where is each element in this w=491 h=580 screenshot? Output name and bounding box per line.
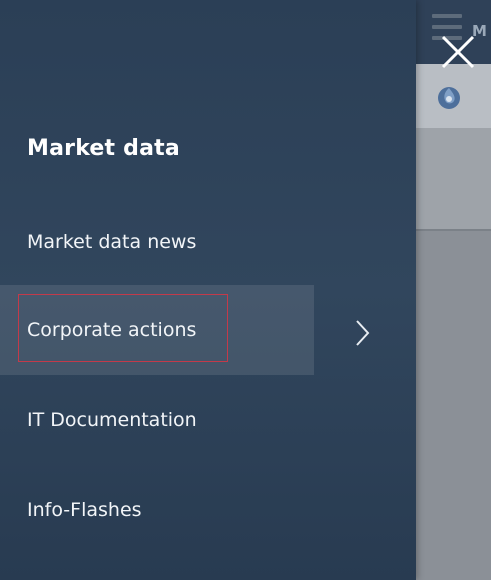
app-content-strip (416, 128, 491, 230)
app-content (416, 231, 491, 580)
chevron-right-icon[interactable] (352, 318, 374, 348)
menu-item-corporate-actions[interactable]: Corporate actions (0, 285, 314, 375)
close-button[interactable] (436, 30, 480, 74)
logo-icon (434, 82, 464, 112)
menu-item-label: Market data news (27, 231, 197, 253)
menu-item-it-documentation[interactable]: IT Documentation (0, 376, 314, 464)
menu-item-market-data-news[interactable]: Market data news (0, 198, 314, 286)
menu-item-label: IT Documentation (27, 409, 197, 431)
navigation-drawer: Market data Market data news Corporate a… (0, 0, 416, 580)
close-icon (441, 35, 475, 69)
page: M Market data Market data news Corporate… (0, 0, 491, 580)
menu-item-info-flashes[interactable]: Info-Flashes (0, 466, 314, 554)
section-title: Market data (27, 136, 180, 161)
menu-item-label: Corporate actions (27, 319, 197, 341)
menu-item-label: Info-Flashes (27, 499, 142, 521)
